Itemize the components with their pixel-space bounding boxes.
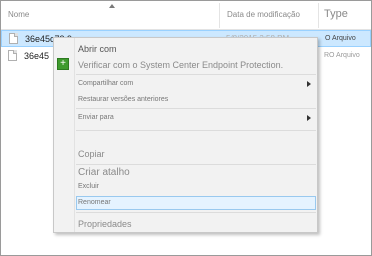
menu-item-scan-endpoint-protection[interactable]: Verificar com o System Center Endpoint P… (78, 60, 283, 70)
menu-separator (76, 130, 316, 131)
menu-item-properties[interactable]: Propriedades (78, 219, 132, 229)
menu-separator (76, 212, 316, 213)
file-icon (8, 50, 17, 61)
menu-item-rename[interactable]: Renomear (78, 199, 111, 206)
menu-item-open-with[interactable]: Abrir com (78, 44, 117, 54)
menu-item-create-shortcut[interactable]: Criar atalho (78, 167, 130, 178)
column-divider[interactable] (318, 3, 319, 28)
menu-separator (76, 164, 316, 165)
chevron-right-icon (307, 81, 311, 87)
menu-item-send-to[interactable]: Enviar para (78, 114, 114, 121)
column-type[interactable]: Type (324, 8, 348, 20)
column-name[interactable]: Nome (8, 10, 29, 19)
file-name: 36e45 (24, 51, 50, 61)
shield-icon: + (57, 58, 69, 70)
file-type: O Arquivo (325, 35, 356, 42)
column-date-modified[interactable]: Data de modificação (227, 10, 300, 19)
menu-item-delete[interactable]: Excluir (78, 183, 99, 190)
column-header: Nome Data de modificação Type (1, 1, 371, 30)
menu-separator (76, 74, 316, 75)
file-type: RO Arquivo (324, 52, 360, 59)
column-divider[interactable] (219, 3, 220, 28)
sort-up-icon (109, 4, 115, 8)
menu-item-copy[interactable]: Copiar (78, 149, 105, 159)
context-menu: + Abrir com Verificar com o System Cente… (53, 37, 318, 233)
menu-item-restore-previous-versions[interactable]: Restaurar versões anteriores (78, 96, 168, 103)
menu-item-rename-highlight[interactable] (76, 196, 316, 210)
file-icon (9, 33, 18, 44)
menu-item-share-with[interactable]: Compartilhar com (78, 80, 133, 87)
chevron-right-icon (307, 115, 311, 121)
menu-separator (76, 108, 316, 109)
context-menu-gutter: + (54, 38, 75, 232)
